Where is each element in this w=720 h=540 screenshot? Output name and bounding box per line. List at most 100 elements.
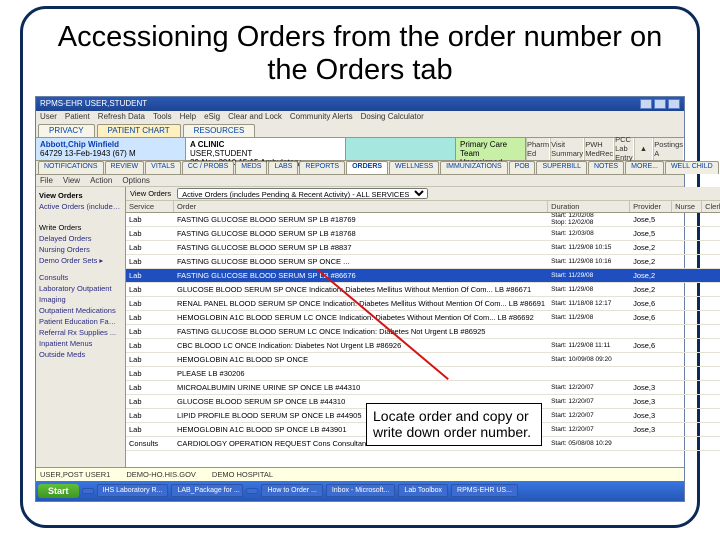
btn-pwh-medrec[interactable]: PWH MedRec bbox=[584, 138, 614, 160]
task-8[interactable]: RPMS-EHR US... bbox=[451, 484, 518, 497]
btn-flag[interactable]: ▲ bbox=[634, 138, 654, 160]
patient-info-bar: Abbott,Chip Winfield 64729 13-Feb-1943 (… bbox=[36, 137, 684, 161]
table-row[interactable]: LabFASTING GLUCOSE BLOOD SERUM SP LB #88… bbox=[126, 241, 720, 255]
table-row[interactable]: LabCBC BLOOD LC ONCE Indication: Diabete… bbox=[126, 339, 720, 353]
side-pt-ed[interactable]: Patient Education Family ... bbox=[39, 317, 122, 326]
menu-clear[interactable]: Clear and Lock bbox=[228, 112, 282, 121]
patient-box[interactable]: Abbott,Chip Winfield 64729 13-Feb-1943 (… bbox=[36, 138, 186, 160]
start-button[interactable]: Start bbox=[38, 484, 79, 498]
btn-pcc-lab-entry[interactable]: PCC Lab Entry bbox=[614, 138, 634, 160]
status-bar: USER,POST USER1 DEMO-HO.HIS.GOV DEMO HOS… bbox=[36, 467, 684, 481]
close-button[interactable] bbox=[668, 99, 680, 109]
ctab-more[interactable]: MORE... bbox=[625, 161, 664, 174]
grid-header: Service Order Duration Provider Nurse Cl… bbox=[126, 201, 720, 213]
ctab-superbill[interactable]: SUPERBILL bbox=[536, 161, 587, 174]
table-row[interactable]: LabHEMOGLOBIN A1C BLOOD SERUM LC ONCE In… bbox=[126, 311, 720, 325]
side-lab-outp[interactable]: Laboratory Outpatient bbox=[39, 284, 122, 293]
application-window: RPMS-EHR USER,STUDENT User Patient Refre… bbox=[35, 96, 685, 502]
menu-tools[interactable]: Tools bbox=[153, 112, 172, 121]
side-demo-order[interactable]: Demo Order Sets ▸ bbox=[39, 256, 122, 265]
minimize-button[interactable] bbox=[640, 99, 652, 109]
pharm-ed-box[interactable] bbox=[346, 138, 456, 160]
ctab-vitals[interactable]: VITALS bbox=[145, 161, 181, 174]
tab-resources[interactable]: RESOURCES bbox=[183, 124, 256, 137]
side-outp-meds[interactable]: Outpatient Medications bbox=[39, 306, 122, 315]
window-title: RPMS-EHR USER,STUDENT bbox=[40, 99, 147, 108]
patient-name: Abbott,Chip Winfield bbox=[40, 140, 181, 149]
table-row[interactable]: LabFASTING GLUCOSE BLOOD SERUM SP LB #18… bbox=[126, 227, 720, 241]
task-4[interactable] bbox=[246, 488, 258, 494]
table-row[interactable]: LabFASTING GLUCOSE BLOOD SERUM LC ONCE I… bbox=[126, 325, 720, 339]
ctab-pob[interactable]: POB bbox=[509, 161, 536, 174]
menu-user[interactable]: User bbox=[40, 112, 57, 121]
side-inp-menus[interactable]: Inpatient Menus bbox=[39, 339, 122, 348]
view-selector-row: View Orders Active Orders (includes Pend… bbox=[126, 187, 720, 201]
task-1[interactable] bbox=[82, 488, 94, 494]
menu-help[interactable]: Help bbox=[180, 112, 196, 121]
table-row[interactable]: LabFASTING GLUCOSE BLOOD SERUM SP LB #86… bbox=[126, 269, 720, 283]
side-ref-rx[interactable]: Referral Rx Supplies ... bbox=[39, 328, 122, 337]
task-5[interactable]: How to Order ... bbox=[261, 484, 322, 497]
side-write: Write Orders bbox=[39, 223, 122, 232]
side-active[interactable]: Active Orders (includes ... bbox=[39, 202, 122, 211]
visit-box[interactable]: A CLINIC USER,STUDENT 29-Nov-2010 15:15 … bbox=[186, 138, 346, 160]
status-user: USER,POST USER1 bbox=[40, 470, 110, 479]
submenu-file[interactable]: File bbox=[40, 176, 53, 185]
ctab-labs[interactable]: LABS bbox=[268, 161, 298, 174]
side-imaging[interactable]: Imaging bbox=[39, 295, 122, 304]
btn-postings[interactable]: Postings A bbox=[653, 138, 684, 160]
status-site: DEMO HOSPITAL bbox=[212, 470, 273, 479]
btn-visit-summary[interactable]: Visit Summary bbox=[550, 138, 584, 160]
ctab-cc-probs[interactable]: CC / PROBS bbox=[182, 161, 234, 174]
user-line: USER,STUDENT bbox=[190, 149, 341, 158]
ctab-wellness[interactable]: WELLNESS bbox=[389, 161, 439, 174]
submenu-options[interactable]: Options bbox=[122, 176, 150, 185]
ctab-review[interactable]: REVIEW bbox=[105, 161, 145, 174]
th-service[interactable]: Service bbox=[126, 201, 174, 212]
side-nursing[interactable]: Nursing Orders bbox=[39, 245, 122, 254]
table-row[interactable]: LabFASTING GLUCOSE BLOOD SERUM SP LB #18… bbox=[126, 213, 720, 227]
ctab-notifications[interactable]: NOTIFICATIONS bbox=[38, 161, 104, 174]
ctab-meds[interactable]: MEDS bbox=[235, 161, 267, 174]
tab-privacy[interactable]: PRIVACY bbox=[38, 124, 95, 137]
patient-detail: 64729 13-Feb-1943 (67) M bbox=[40, 149, 181, 158]
ctab-notes[interactable]: NOTES bbox=[588, 161, 624, 174]
instruction-callout: Locate order and copy or write down orde… bbox=[366, 403, 542, 447]
ctab-reports[interactable]: REPORTS bbox=[299, 161, 345, 174]
menu-patient[interactable]: Patient bbox=[65, 112, 90, 121]
side-consults[interactable]: Consults bbox=[39, 273, 122, 282]
table-row[interactable]: LabGLUCOSE BLOOD SERUM SP ONCE Indicatio… bbox=[126, 283, 720, 297]
task-3[interactable]: LAB_Package for ... bbox=[171, 484, 243, 497]
th-clerk[interactable]: Clerk bbox=[702, 201, 720, 212]
th-provider[interactable]: Provider bbox=[630, 201, 672, 212]
side-delayed[interactable]: Delayed Orders bbox=[39, 234, 122, 243]
orders-submenu: File View Action Options bbox=[36, 175, 684, 187]
menu-community[interactable]: Community Alerts bbox=[290, 112, 353, 121]
menu-refresh[interactable]: Refresh Data bbox=[98, 112, 145, 121]
table-row[interactable]: LabFASTING GLUCOSE BLOOD SERUM SP ONCE .… bbox=[126, 255, 720, 269]
menu-esig[interactable]: eSig bbox=[204, 112, 220, 121]
menu-dosing[interactable]: Dosing Calculator bbox=[361, 112, 424, 121]
th-nurse[interactable]: Nurse bbox=[672, 201, 702, 212]
side-outside-meds[interactable]: Outside Meds bbox=[39, 350, 122, 359]
maximize-button[interactable] bbox=[654, 99, 666, 109]
btn-pharm-ed[interactable]: Pharm Ed bbox=[526, 138, 550, 160]
table-row[interactable]: LabRENAL PANEL BLOOD SERUM SP ONCE Indic… bbox=[126, 297, 720, 311]
menu-bar[interactable]: User Patient Refresh Data Tools Help eSi… bbox=[36, 111, 684, 123]
task-6[interactable]: Inbox - Microsoft... bbox=[326, 484, 396, 497]
table-row[interactable]: LabPLEASE LB #30206 bbox=[126, 367, 720, 381]
task-2[interactable]: IHS Laboratory R... bbox=[97, 484, 169, 497]
top-tabs: PRIVACY PATIENT CHART RESOURCES bbox=[36, 123, 684, 137]
ctab-well-child[interactable]: WELL CHILD bbox=[665, 161, 719, 174]
task-7[interactable]: Lab Toolbox bbox=[398, 484, 448, 497]
view-dropdown[interactable]: Active Orders (includes Pending & Recent… bbox=[177, 188, 428, 199]
tab-patient-chart[interactable]: PATIENT CHART bbox=[97, 124, 181, 137]
submenu-action[interactable]: Action bbox=[90, 176, 112, 185]
th-order[interactable]: Order bbox=[174, 201, 548, 212]
ctab-orders[interactable]: ORDERS bbox=[346, 161, 388, 174]
th-duration[interactable]: Duration bbox=[548, 201, 630, 212]
submenu-view[interactable]: View bbox=[63, 176, 80, 185]
ctab-immunizations[interactable]: IMMUNIZATIONS bbox=[440, 161, 507, 174]
primary-care-box[interactable]: Primary Care Team Unassigned bbox=[456, 138, 526, 160]
table-row[interactable]: LabMICROALBUMIN URINE URINE SP ONCE LB #… bbox=[126, 381, 720, 395]
